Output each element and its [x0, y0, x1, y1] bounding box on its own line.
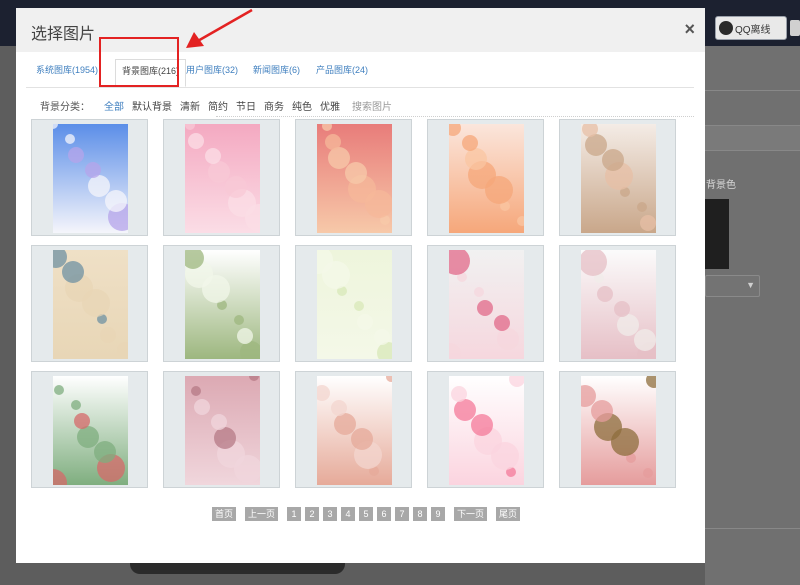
category-filter-bar: 背景分类： 全部 默认背景 清新 简约 节日 商务 纯色 优雅 搜索图片 [40, 96, 392, 114]
filter-solid-color[interactable]: 纯色 [292, 98, 312, 113]
next-page-button[interactable]: 下一页 [454, 507, 488, 521]
image-thumbnail-floral-pattern[interactable] [559, 119, 676, 236]
thumbnail-image [317, 250, 392, 359]
image-thumbnail-pink-flowers[interactable] [163, 119, 280, 236]
image-thumbnail-peach-gradient[interactable] [427, 119, 544, 236]
background-select: ▼ [705, 275, 760, 297]
thumbnail-image [581, 250, 656, 359]
tab-system-gallery[interactable]: 系统图库(1954) [36, 60, 98, 87]
page-9-button[interactable]: 9 [431, 507, 446, 521]
thumbnail-image [581, 124, 656, 233]
image-thumbnail-tree-branch[interactable] [559, 371, 676, 488]
select-image-dialog: 选择图片 × 系统图库(1954) 背景图库(216) 用户图库(32) 新闻图… [16, 8, 705, 563]
thumbnail-image [581, 376, 656, 485]
image-thumbnail-pink-lily[interactable] [427, 371, 544, 488]
thumbnail-image [53, 250, 128, 359]
thumbnail-image [317, 376, 392, 485]
first-page-button[interactable]: 首页 [212, 507, 237, 521]
qq-status-button: QQ离线 [715, 16, 800, 40]
qq-dropdown-toggle [790, 20, 800, 36]
background-color-label: 背景色 [706, 180, 736, 191]
thumbnail-image [53, 124, 128, 233]
category-filter-label: 背景分类： [40, 101, 90, 113]
dialog-title: 选择图片 [31, 26, 96, 43]
qq-status-label: QQ离线 [735, 24, 771, 36]
background-thumbnail [705, 199, 729, 269]
annotation-arrow-icon [186, 8, 253, 48]
image-thumbnail-pink-sequins[interactable] [295, 119, 412, 236]
thumbnail-image [449, 250, 524, 359]
qq-icon [719, 21, 733, 35]
page-4-button[interactable]: 4 [341, 507, 356, 521]
thumbnail-image [185, 124, 260, 233]
image-thumbnail-blue-daisy-pattern[interactable] [31, 245, 148, 362]
annotation-highlight-box [99, 37, 179, 87]
tab-news-gallery[interactable]: 新闻图库(6) [253, 60, 300, 87]
thumbnail-image [185, 376, 260, 485]
thumbnail-image [53, 376, 128, 485]
thumbnail-image [317, 124, 392, 233]
prev-page-button[interactable]: 上一页 [245, 507, 279, 521]
image-thumbnail-blue-bokeh[interactable] [31, 119, 148, 236]
image-thumbnail-pink-roses[interactable] [163, 371, 280, 488]
image-thumbnail-small-floral[interactable] [31, 371, 148, 488]
tab-product-gallery[interactable]: 产品图库(24) [316, 60, 368, 87]
tab-user-gallery[interactable]: 用户图库(32) [186, 60, 238, 87]
page-8-button[interactable]: 8 [413, 507, 428, 521]
image-thumbnail-pink-peach-blossom[interactable] [427, 245, 544, 362]
thumbnail-image [449, 124, 524, 233]
page-7-button[interactable]: 7 [395, 507, 410, 521]
filter-simple[interactable]: 简约 [208, 98, 228, 113]
thumbnail-image [185, 250, 260, 359]
filter-fresh[interactable]: 清新 [180, 98, 200, 113]
page-6-button[interactable]: 6 [377, 507, 392, 521]
last-page-button[interactable]: 尾页 [496, 507, 521, 521]
image-thumbnail-pink-leaf-art[interactable] [295, 371, 412, 488]
background-divider [705, 90, 800, 91]
filter-elegant[interactable]: 优雅 [320, 98, 340, 113]
filter-holiday[interactable]: 节日 [236, 98, 256, 113]
chevron-down-icon: ▼ [746, 280, 755, 290]
image-thumbnail-white-cherry-blossom[interactable] [559, 245, 676, 362]
search-images-link[interactable]: 搜索图片 [352, 98, 392, 113]
page-5-button[interactable]: 5 [359, 507, 374, 521]
background-divider [705, 528, 800, 529]
page-2-button[interactable]: 2 [305, 507, 320, 521]
page-1-button[interactable]: 1 [287, 507, 302, 521]
image-thumbnail-white-blossom-branch[interactable] [163, 245, 280, 362]
filter-business[interactable]: 商务 [264, 98, 284, 113]
filter-divider [216, 116, 694, 117]
pagination: 首页 上一页 1 2 3 4 5 6 7 8 9 下一页 尾页 [212, 507, 521, 521]
thumbnail-image [449, 376, 524, 485]
close-button[interactable]: × [684, 20, 695, 38]
filter-default[interactable]: 默认背景 [132, 98, 172, 113]
page-3-button[interactable]: 3 [323, 507, 338, 521]
background-toolbar-row [705, 125, 800, 151]
filter-all[interactable]: 全部 [104, 98, 124, 113]
image-thumbnail-green-texture[interactable] [295, 245, 412, 362]
